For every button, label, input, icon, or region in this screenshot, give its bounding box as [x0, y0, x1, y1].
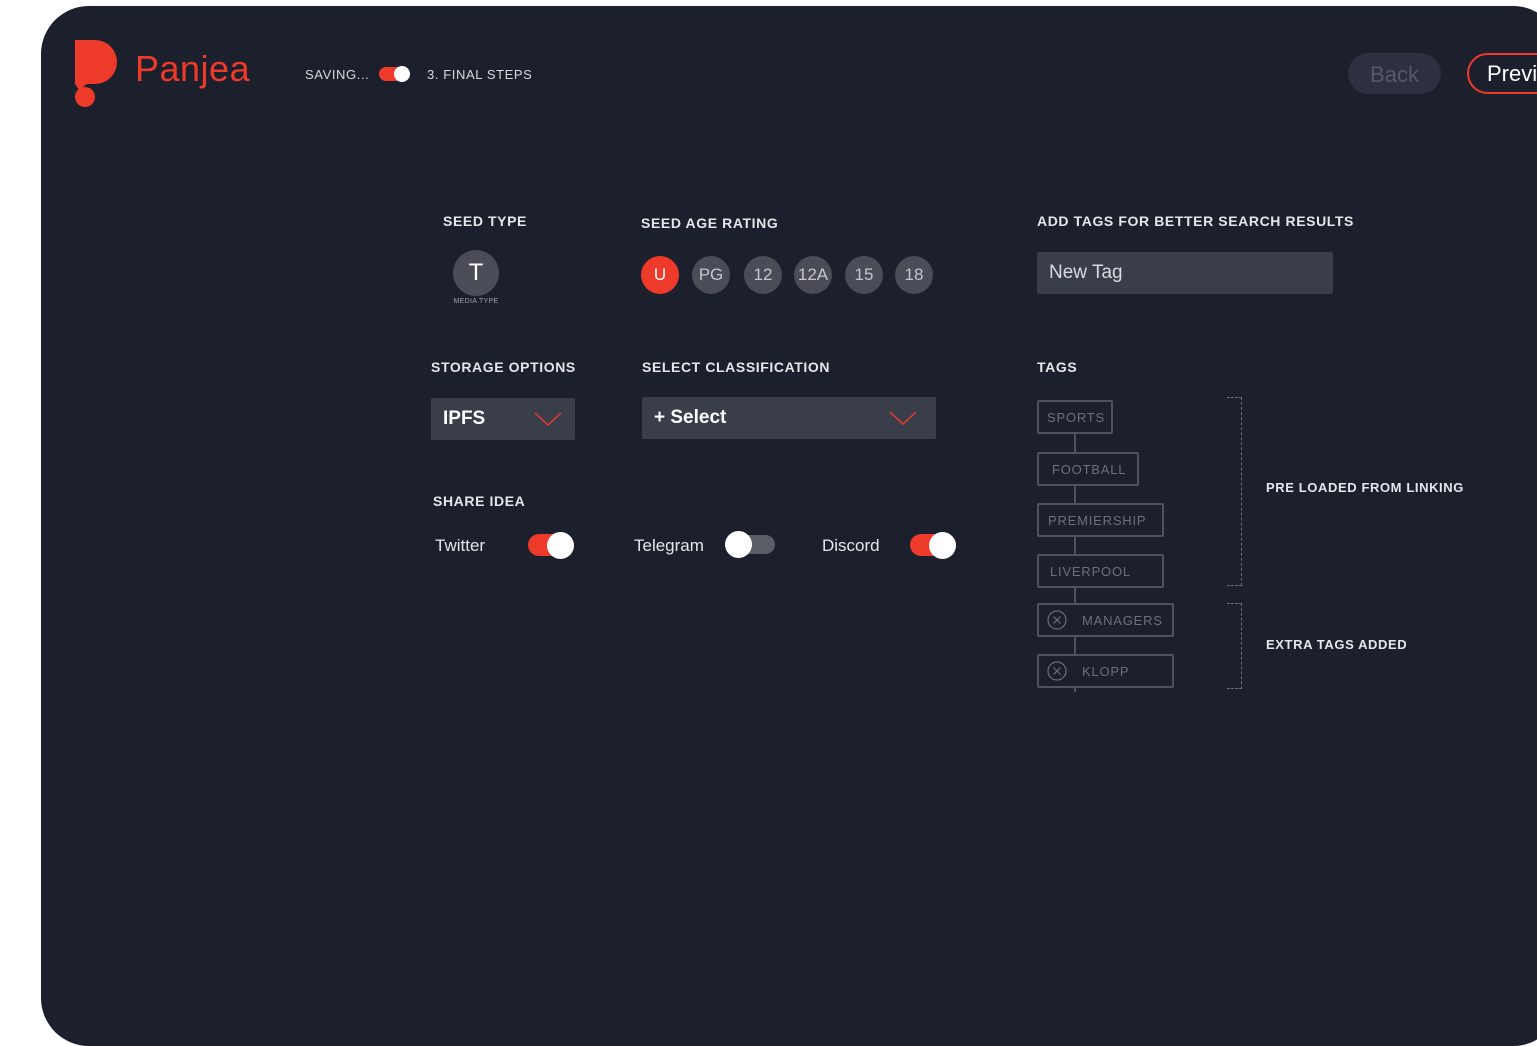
media-type-caption: MEDIA TYPE	[453, 298, 499, 305]
new-tag-input[interactable]	[1037, 252, 1333, 294]
toggle-knob	[394, 66, 410, 82]
classification-label: SELECT CLASSIFICATION	[642, 359, 831, 375]
rating-u[interactable]: U	[641, 256, 679, 294]
classification-select[interactable]: + Select	[642, 397, 936, 439]
extra-bracket	[1227, 603, 1242, 689]
toggle-knob	[725, 531, 752, 558]
tag-label: LIVERPOOL	[1050, 564, 1131, 579]
share-idea-label: SHARE IDEA	[433, 493, 526, 509]
tag-premiership: PREMIERSHIP	[1037, 503, 1164, 537]
toggle-knob	[547, 532, 574, 559]
telegram-label: Telegram	[634, 536, 704, 555]
step-indicator: 3. FINAL STEPS	[427, 67, 533, 82]
tag-klopp: KLOPP	[1037, 654, 1174, 688]
app-window: Panjea SAVING... 3. FINAL STEPS Back Pre…	[41, 6, 1537, 1046]
discord-toggle[interactable]	[910, 532, 956, 559]
preloaded-bracket	[1227, 397, 1242, 586]
tag-label: PREMIERSHIP	[1048, 513, 1147, 528]
saving-status: SAVING...	[305, 67, 370, 82]
storage-value: IPFS	[443, 408, 486, 429]
tags-label: TAGS	[1037, 359, 1078, 375]
discord-label: Discord	[822, 536, 880, 555]
age-rating-label: SEED AGE RATING	[641, 215, 779, 231]
back-button[interactable]: Back	[1348, 53, 1441, 94]
tag-label: KLOPP	[1082, 664, 1130, 679]
preview-button[interactable]: Previ	[1467, 53, 1537, 94]
rating-15[interactable]: 15	[845, 256, 883, 294]
telegram-toggle[interactable]	[725, 531, 775, 558]
add-tags-label: ADD TAGS FOR BETTER SEARCH RESULTS	[1037, 213, 1354, 229]
storage-options-label: STORAGE OPTIONS	[431, 359, 576, 375]
media-type-button[interactable]: T	[453, 250, 499, 296]
chevron-down-icon	[534, 412, 562, 427]
tag-managers: MANAGERS	[1037, 603, 1174, 637]
storage-select[interactable]: IPFS	[431, 398, 575, 440]
panjea-logo-icon	[75, 40, 117, 107]
classification-value: + Select	[654, 407, 727, 428]
tag-label: FOOTBALL	[1052, 462, 1127, 477]
chevron-down-icon	[889, 411, 917, 426]
extra-note: EXTRA TAGS ADDED	[1266, 637, 1408, 652]
tag-football: FOOTBALL	[1037, 452, 1139, 486]
tag-label: MANAGERS	[1082, 613, 1163, 628]
twitter-label: Twitter	[435, 536, 486, 555]
rating-12[interactable]: 12	[744, 256, 782, 294]
rating-18[interactable]: 18	[895, 256, 933, 294]
remove-tag-icon[interactable]	[1047, 661, 1067, 681]
brand-name: Panjea	[135, 48, 251, 89]
saving-toggle[interactable]	[379, 66, 410, 82]
tag-label: SPORTS	[1047, 410, 1106, 425]
rating-12a[interactable]: 12A	[794, 256, 832, 294]
tag-sports: SPORTS	[1037, 400, 1113, 434]
tag-liverpool: LIVERPOOL	[1037, 554, 1164, 588]
rating-pg[interactable]: PG	[692, 256, 730, 294]
preloaded-note: PRE LOADED FROM LINKING	[1266, 480, 1464, 495]
toggle-knob	[929, 532, 956, 559]
twitter-toggle[interactable]	[528, 532, 574, 559]
remove-tag-icon[interactable]	[1047, 610, 1067, 630]
seed-type-label: SEED TYPE	[443, 213, 527, 229]
